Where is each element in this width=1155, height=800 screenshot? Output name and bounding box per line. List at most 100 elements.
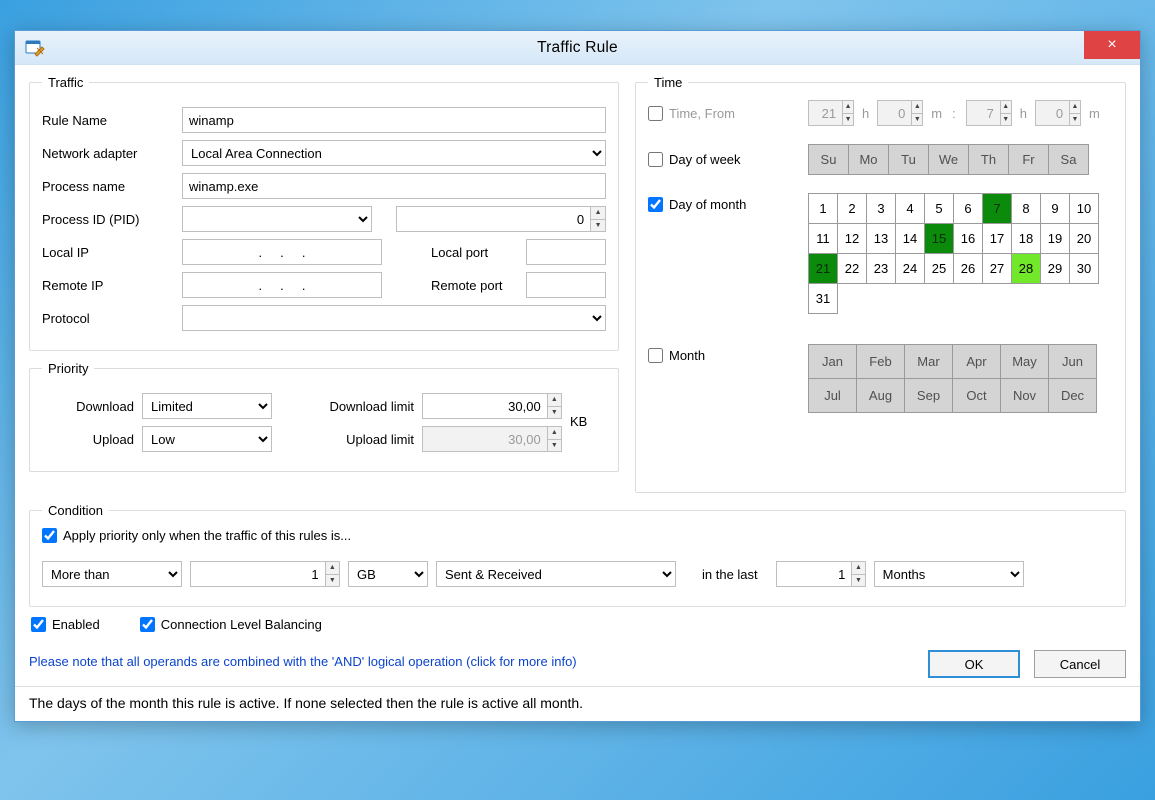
apply-condition-check-input[interactable] bbox=[42, 528, 57, 543]
dom-cell[interactable]: 21 bbox=[809, 254, 838, 284]
dom-cell[interactable]: 19 bbox=[1041, 224, 1070, 254]
clb-checkbox[interactable]: Connection Level Balancing bbox=[140, 617, 322, 632]
and-note-link[interactable]: Please note that all operands are combin… bbox=[29, 654, 577, 669]
condition-unit-select[interactable]: GB bbox=[348, 561, 428, 587]
month-cell[interactable]: Mar bbox=[905, 345, 953, 379]
enabled-check-input[interactable] bbox=[31, 617, 46, 632]
day-of-month-checkbox[interactable]: Day of month bbox=[648, 197, 746, 212]
month-cell[interactable]: Feb bbox=[857, 345, 905, 379]
download-limit-spinner[interactable]: ▲▼ bbox=[422, 393, 562, 419]
dom-cell[interactable]: 14 bbox=[896, 224, 925, 254]
month-cell[interactable]: Jan bbox=[809, 345, 857, 379]
upload-limit-spinner[interactable]: ▲▼ bbox=[422, 426, 562, 452]
download-limit-input[interactable] bbox=[423, 394, 547, 418]
dom-cell[interactable]: 9 bbox=[1041, 194, 1070, 224]
time-from-checkbox[interactable]: Time, From bbox=[648, 106, 735, 121]
spin-down-icon[interactable]: ▼ bbox=[548, 407, 561, 419]
to-min-spinner[interactable]: ▲▼ bbox=[1035, 100, 1081, 126]
month-cell[interactable]: May bbox=[1001, 345, 1049, 379]
dom-cell[interactable]: 4 bbox=[896, 194, 925, 224]
upload-limit-input[interactable] bbox=[423, 427, 547, 451]
dom-cell[interactable]: 23 bbox=[867, 254, 896, 284]
month-cell[interactable]: Apr bbox=[953, 345, 1001, 379]
comparator-select[interactable]: More than bbox=[42, 561, 182, 587]
direction-select[interactable]: Sent & Received bbox=[436, 561, 676, 587]
dom-cell[interactable]: 16 bbox=[954, 224, 983, 254]
clb-check-input[interactable] bbox=[140, 617, 155, 632]
dom-cell[interactable]: 31 bbox=[809, 284, 838, 314]
dom-cell[interactable]: 20 bbox=[1070, 224, 1099, 254]
download-select[interactable]: Limited bbox=[142, 393, 272, 419]
network-adapter-select[interactable]: Local Area Connection bbox=[182, 140, 606, 166]
apply-condition-checkbox[interactable]: Apply priority only when the traffic of … bbox=[42, 528, 351, 543]
month-cell[interactable]: Jun bbox=[1049, 345, 1097, 379]
dow-cell[interactable]: Sa bbox=[1049, 145, 1089, 175]
dom-cell[interactable]: 7 bbox=[983, 194, 1012, 224]
month-cell[interactable]: Oct bbox=[953, 379, 1001, 413]
dom-cell[interactable]: 24 bbox=[896, 254, 925, 284]
dow-cell[interactable]: Fr bbox=[1009, 145, 1049, 175]
dom-cell[interactable]: 17 bbox=[983, 224, 1012, 254]
to-hour-spinner[interactable]: ▲▼ bbox=[966, 100, 1012, 126]
process-name-input[interactable] bbox=[182, 173, 606, 199]
dom-cell[interactable]: 3 bbox=[867, 194, 896, 224]
dom-cell[interactable]: 15 bbox=[925, 224, 954, 254]
local-port-input[interactable] bbox=[526, 239, 606, 265]
dow-cell[interactable]: Th bbox=[969, 145, 1009, 175]
dom-cell[interactable]: 28 bbox=[1012, 254, 1041, 284]
dom-cell[interactable]: 12 bbox=[838, 224, 867, 254]
month-check-input[interactable] bbox=[648, 348, 663, 363]
upload-select[interactable]: Low bbox=[142, 426, 272, 452]
dom-cell[interactable]: 26 bbox=[954, 254, 983, 284]
dom-cell[interactable]: 27 bbox=[983, 254, 1012, 284]
from-hour-spinner[interactable]: ▲▼ bbox=[808, 100, 854, 126]
month-checkbox[interactable]: Month bbox=[648, 348, 705, 363]
dom-cell[interactable]: 2 bbox=[838, 194, 867, 224]
pid-value-input[interactable] bbox=[397, 207, 590, 231]
remote-port-input[interactable] bbox=[526, 272, 606, 298]
month-cell[interactable]: Dec bbox=[1049, 379, 1097, 413]
spin-down-icon[interactable]: ▼ bbox=[591, 220, 605, 232]
dom-cell[interactable]: 1 bbox=[809, 194, 838, 224]
dow-cell[interactable]: Su bbox=[809, 145, 849, 175]
dom-cell[interactable]: 30 bbox=[1070, 254, 1099, 284]
month-cell[interactable]: Jul bbox=[809, 379, 857, 413]
rule-name-input[interactable] bbox=[182, 107, 606, 133]
pid-select[interactable] bbox=[182, 206, 372, 232]
dom-cell[interactable]: 10 bbox=[1070, 194, 1099, 224]
protocol-select[interactable] bbox=[182, 305, 606, 331]
local-ip-input[interactable] bbox=[182, 239, 382, 265]
time-from-check-input[interactable] bbox=[648, 106, 663, 121]
month-cell[interactable]: Nov bbox=[1001, 379, 1049, 413]
cancel-button[interactable]: Cancel bbox=[1034, 650, 1126, 678]
from-min-spinner[interactable]: ▲▼ bbox=[877, 100, 923, 126]
period-unit-select[interactable]: Months bbox=[874, 561, 1024, 587]
spin-up-icon[interactable]: ▲ bbox=[548, 394, 561, 407]
month-cell[interactable]: Aug bbox=[857, 379, 905, 413]
dom-cell[interactable]: 22 bbox=[838, 254, 867, 284]
spin-up-icon[interactable]: ▲ bbox=[591, 207, 605, 220]
dom-cell[interactable]: 6 bbox=[954, 194, 983, 224]
dom-cell[interactable]: 25 bbox=[925, 254, 954, 284]
period-amount-spinner[interactable]: ▲▼ bbox=[776, 561, 866, 587]
dom-check-input[interactable] bbox=[648, 197, 663, 212]
enabled-checkbox[interactable]: Enabled bbox=[31, 617, 100, 632]
remote-ip-input[interactable] bbox=[182, 272, 382, 298]
titlebar[interactable]: Traffic Rule × bbox=[15, 31, 1140, 65]
dom-cell[interactable]: 13 bbox=[867, 224, 896, 254]
day-of-week-checkbox[interactable]: Day of week bbox=[648, 152, 741, 167]
condition-amount-input[interactable] bbox=[191, 562, 325, 586]
ok-button[interactable]: OK bbox=[928, 650, 1020, 678]
dom-cell[interactable]: 18 bbox=[1012, 224, 1041, 254]
dow-cell[interactable]: Tu bbox=[889, 145, 929, 175]
spin-up-icon[interactable]: ▲ bbox=[548, 427, 561, 440]
dow-check-input[interactable] bbox=[648, 152, 663, 167]
close-button[interactable]: × bbox=[1084, 31, 1140, 59]
dom-cell[interactable]: 29 bbox=[1041, 254, 1070, 284]
condition-amount-spinner[interactable]: ▲▼ bbox=[190, 561, 340, 587]
month-cell[interactable]: Sep bbox=[905, 379, 953, 413]
spin-down-icon[interactable]: ▼ bbox=[548, 440, 561, 452]
dow-cell[interactable]: Mo bbox=[849, 145, 889, 175]
dow-cell[interactable]: We bbox=[929, 145, 969, 175]
dom-cell[interactable]: 8 bbox=[1012, 194, 1041, 224]
